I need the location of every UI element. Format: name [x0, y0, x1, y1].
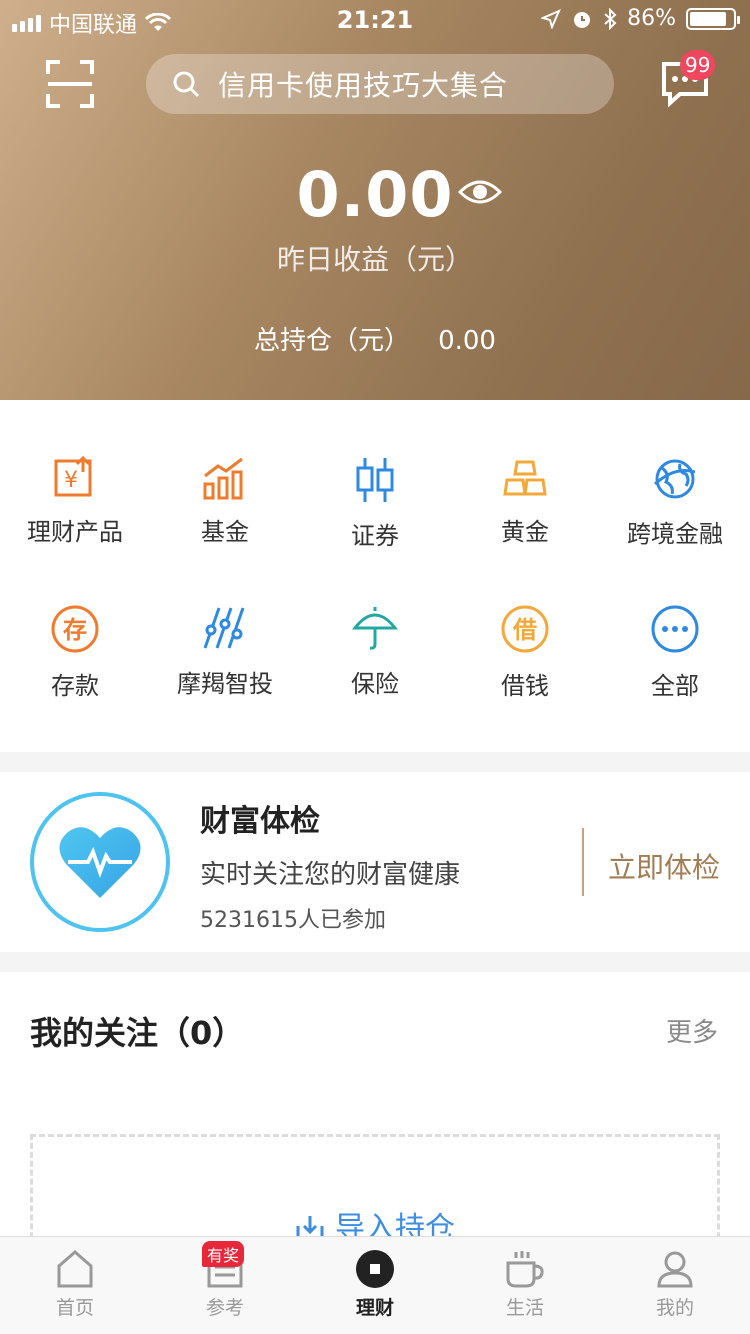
grid-label: 理财产品 [27, 518, 123, 546]
robo-advisor-icon [203, 607, 245, 649]
service-grid: ¥ 理财产品 基金 证券 黄金 跨境金融 存 存款 摩羯智投 保险 借 借钱 全… [0, 400, 750, 752]
reward-badge: 有奖 [202, 1241, 245, 1267]
borrow-icon: 借 [501, 605, 549, 653]
deposit-char: 存 [63, 616, 87, 644]
scan-icon[interactable] [46, 60, 94, 108]
heart-pulse-icon [59, 827, 141, 898]
status-bar: 中国联通 21:21 86% [0, 0, 750, 40]
gold-bars-icon [503, 460, 547, 496]
wealth-check-card[interactable]: 财富体检 实时关注您的财富健康 5231615人已参加 立即体检 [0, 772, 750, 952]
yesterday-earnings-label: 昨日收益（元） [276, 243, 473, 276]
umbrella-icon [352, 607, 398, 650]
grid-item-borrow[interactable]: 借 借钱 [450, 604, 600, 724]
grid-item-deposit[interactable]: 存 存款 [0, 604, 150, 724]
grid-label: 跨境金融 [627, 520, 723, 548]
grid-label: 证券 [351, 522, 399, 550]
tab-home[interactable]: 首页 [0, 1237, 150, 1334]
more-link[interactable]: 更多 [666, 1012, 718, 1049]
grid-label: 借钱 [501, 672, 549, 700]
total-holdings-value: 0.00 [438, 326, 496, 356]
my-follows-title: 我的关注（0） [30, 1014, 245, 1052]
wealth-check-title: 财富体检 [200, 804, 320, 839]
search-icon [173, 71, 200, 98]
header: 中国联通 21:21 86% 信用卡使用技巧大集合 99 0.00 昨日收益（元… [0, 0, 750, 400]
fund-chart-icon [203, 457, 243, 500]
tab-mine[interactable]: 我的 [600, 1237, 750, 1334]
grid-item-insurance[interactable]: 保险 [300, 604, 450, 724]
grid-item-robo-advisor[interactable]: 摩羯智投 [150, 604, 300, 724]
home-icon [57, 1250, 93, 1288]
borrow-char: 借 [512, 616, 537, 644]
tab-label: 理财 [355, 1297, 394, 1319]
bluetooth-icon [604, 7, 617, 30]
my-follows-section: 我的关注（0） 更多 导入持仓 [0, 972, 750, 1274]
total-holdings: 总持仓（元） 0.00 [0, 320, 750, 357]
tab-label: 首页 [55, 1297, 94, 1319]
wealth-check-subtitle: 实时关注您的财富健康 [200, 860, 461, 890]
location-arrow-icon [541, 8, 562, 29]
grid-item-all[interactable]: 全部 [600, 604, 750, 724]
tab-life[interactable]: 生活 [450, 1237, 600, 1334]
tab-label: 生活 [505, 1297, 544, 1319]
grid-item-gold[interactable]: 黄金 [450, 456, 600, 576]
grid-item-securities[interactable]: 证券 [300, 456, 450, 576]
globe-icon [653, 459, 696, 499]
grid-label: 黄金 [501, 518, 549, 546]
start-check-button[interactable]: 立即体检 [608, 846, 720, 886]
eye-icon[interactable] [458, 176, 502, 208]
tab-bar: 首页 参考 有奖 理财 生活 我的 [0, 1236, 750, 1334]
alarm-icon [574, 11, 591, 28]
search-input[interactable]: 信用卡使用技巧大集合 [146, 54, 614, 114]
app-page: 中国联通 21:21 86% 信用卡使用技巧大集合 99 0.00 昨日收益（元… [0, 0, 750, 1334]
grid-label: 基金 [201, 518, 249, 546]
grid-item-fund[interactable]: 基金 [150, 456, 300, 576]
tab-reference[interactable]: 参考 有奖 [150, 1237, 300, 1334]
svg-text:¥: ¥ [64, 468, 78, 493]
coffee-icon [506, 1251, 544, 1288]
candlestick-icon [356, 458, 394, 502]
tab-label: 我的 [655, 1297, 694, 1319]
more-dots-icon [651, 605, 699, 653]
wealth-product-icon: ¥ [54, 456, 92, 497]
wealth-check-participants: 5231615人已参加 [200, 908, 386, 933]
tab-label: 参考 [205, 1297, 244, 1319]
total-holdings-label: 总持仓（元） [254, 326, 411, 356]
grid-label: 摩羯智投 [177, 670, 273, 698]
message-badge: 99 [680, 50, 716, 80]
grid-label: 存款 [51, 672, 99, 700]
profile-icon [657, 1251, 693, 1288]
tab-wealth[interactable]: 理财 [300, 1237, 450, 1334]
wealth-icon [356, 1250, 394, 1288]
grid-item-cross-border[interactable]: 跨境金融 [600, 456, 750, 576]
grid-label: 保险 [351, 670, 399, 698]
grid-label: 全部 [651, 672, 699, 700]
battery-icon [686, 7, 740, 30]
deposit-icon: 存 [51, 605, 99, 653]
grid-item-wealth-products[interactable]: ¥ 理财产品 [0, 456, 150, 576]
search-placeholder: 信用卡使用技巧大集合 [218, 69, 509, 102]
divider [582, 828, 584, 896]
wealth-check-badge [30, 792, 170, 932]
yesterday-earnings-value: 0.00 [296, 158, 454, 231]
battery-percent: 86% [627, 6, 676, 31]
